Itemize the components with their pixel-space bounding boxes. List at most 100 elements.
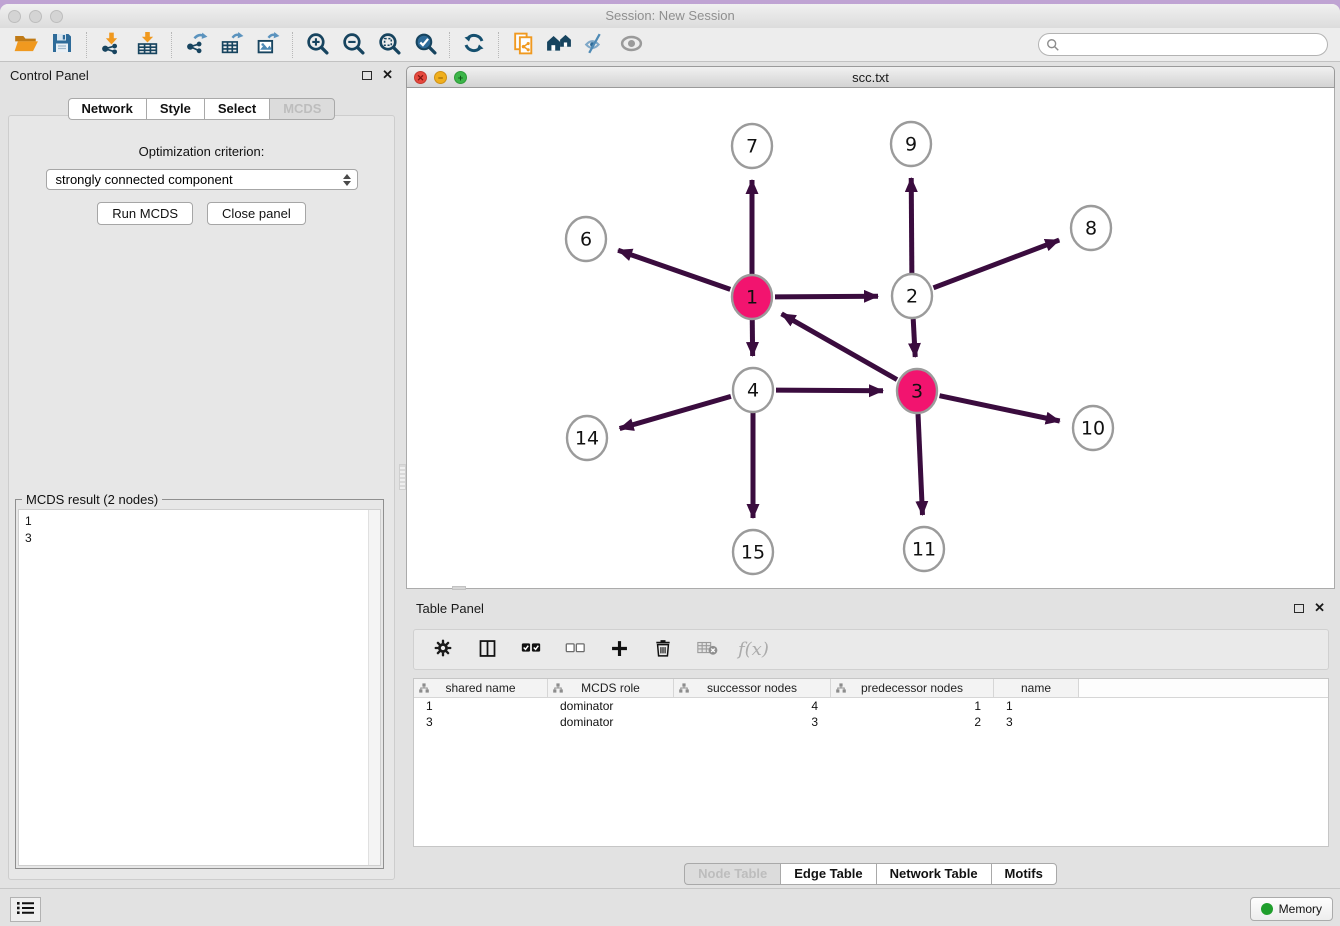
show-columns-button[interactable] xyxy=(474,637,500,663)
tab-node-table[interactable]: Node Table xyxy=(684,863,780,885)
tab-edge-table[interactable]: Edge Table xyxy=(780,863,875,885)
graph-edge-3-11[interactable] xyxy=(918,414,922,515)
result-scrollbar[interactable] xyxy=(368,510,380,865)
clone-network-button[interactable] xyxy=(505,30,541,60)
maximize-view-button[interactable]: + xyxy=(454,71,467,84)
deselect-all-button[interactable] xyxy=(562,637,588,663)
table-cell[interactable]: 4 xyxy=(674,698,831,714)
zoom-fit-icon xyxy=(377,31,402,59)
tab-motifs[interactable]: Motifs xyxy=(991,863,1057,885)
graph-node-10[interactable]: 10 xyxy=(1073,406,1113,450)
table-cell[interactable]: dominator xyxy=(548,698,674,714)
zoom-fit-button[interactable] xyxy=(371,30,407,60)
column-header-successor-nodes[interactable]: successor nodes xyxy=(674,679,831,697)
refresh-icon xyxy=(462,31,486,58)
column-header-shared-name[interactable]: shared name xyxy=(414,679,548,697)
graph-node-8[interactable]: 8 xyxy=(1071,206,1111,250)
graph-edge-3-10[interactable] xyxy=(940,396,1060,421)
mcds-result-area[interactable]: 1 3 xyxy=(18,509,381,866)
tab-network[interactable]: Network xyxy=(68,98,146,120)
export-network-icon xyxy=(184,31,209,59)
save-session-button[interactable] xyxy=(44,30,80,60)
network-canvas[interactable]: 1 2 3 4 6 7 8 9 10 11 14 15 xyxy=(406,88,1335,589)
svg-text:7: 7 xyxy=(746,136,758,158)
graph-node-15[interactable]: 15 xyxy=(733,530,773,574)
zoom-out-button[interactable] xyxy=(335,30,371,60)
table-cell[interactable]: dominator xyxy=(548,714,674,730)
import-network-button[interactable] xyxy=(93,30,129,60)
graph-node-1[interactable]: 1 xyxy=(732,275,772,319)
close-table-panel-icon[interactable]: ✕ xyxy=(1314,603,1325,613)
apply-function-button[interactable]: f(x) xyxy=(738,637,769,663)
network-graph[interactable]: 1 2 3 4 6 7 8 9 10 11 14 15 xyxy=(407,88,1334,588)
import-table-button[interactable] xyxy=(129,30,165,60)
hide-selected-button[interactable] xyxy=(577,30,613,60)
close-panel-icon[interactable]: ✕ xyxy=(382,70,393,80)
close-view-button[interactable]: ✕ xyxy=(414,71,427,84)
table-cell[interactable]: 2 xyxy=(831,714,994,730)
table-cell[interactable]: 1 xyxy=(831,698,994,714)
search-input[interactable] xyxy=(1038,33,1328,56)
select-all-button[interactable] xyxy=(518,637,544,663)
table-cell[interactable]: 1 xyxy=(994,698,1079,714)
zoom-selected-button[interactable] xyxy=(407,30,443,60)
show-all-button[interactable] xyxy=(613,30,649,60)
vertical-splitter-handle[interactable] xyxy=(399,464,406,490)
run-mcds-button[interactable]: Run MCDS xyxy=(97,202,193,225)
tab-mcds[interactable]: MCDS xyxy=(269,98,335,120)
float-panel-icon[interactable] xyxy=(362,71,372,80)
column-header-MCDS-role[interactable]: MCDS role xyxy=(548,679,674,697)
horizontal-splitter-handle[interactable] xyxy=(452,586,466,590)
export-image-button[interactable] xyxy=(250,30,286,60)
graph-edge-2-3[interactable] xyxy=(913,319,915,357)
graph-node-4[interactable]: 4 xyxy=(733,368,773,412)
close-panel-button[interactable]: Close panel xyxy=(207,202,306,225)
graph-node-11[interactable]: 11 xyxy=(904,527,944,571)
graph-node-7[interactable]: 7 xyxy=(732,124,772,168)
first-neighbors-button[interactable] xyxy=(541,30,577,60)
task-history-button[interactable] xyxy=(10,897,41,922)
add-row-button[interactable] xyxy=(606,637,632,663)
graph-edge-4-3[interactable] xyxy=(776,390,883,391)
open-session-button[interactable] xyxy=(8,30,44,60)
graph-node-14[interactable]: 14 xyxy=(567,416,607,460)
column-header-name[interactable]: name xyxy=(994,679,1079,697)
refresh-layout-button[interactable] xyxy=(456,30,492,60)
tab-network-table[interactable]: Network Table xyxy=(876,863,991,885)
zoom-in-button[interactable] xyxy=(299,30,335,60)
column-header-predecessor-nodes[interactable]: predecessor nodes xyxy=(831,679,994,697)
table-cell[interactable]: 1 xyxy=(414,698,548,714)
table-cell[interactable]: 3 xyxy=(674,714,831,730)
export-table-button[interactable] xyxy=(214,30,250,60)
minimize-window-button[interactable] xyxy=(29,10,42,23)
graph-edge-1-2[interactable] xyxy=(775,296,878,297)
memory-button[interactable]: Memory xyxy=(1250,897,1333,921)
close-window-button[interactable] xyxy=(8,10,21,23)
minimize-view-button[interactable]: − xyxy=(434,71,447,84)
graph-edge-2-9[interactable] xyxy=(911,178,912,273)
table-settings-button[interactable] xyxy=(430,637,456,663)
graph-node-3[interactable]: 3 xyxy=(897,369,937,413)
export-network-button[interactable] xyxy=(178,30,214,60)
tab-select[interactable]: Select xyxy=(204,98,269,120)
delete-row-button[interactable] xyxy=(650,637,676,663)
float-table-panel-icon[interactable] xyxy=(1294,604,1304,613)
graph-node-6[interactable]: 6 xyxy=(566,217,606,261)
graph-node-9[interactable]: 9 xyxy=(891,122,931,166)
table-row[interactable]: 3dominator323 xyxy=(414,714,1328,730)
delete-table-button[interactable] xyxy=(694,637,720,663)
criterion-dropdown[interactable]: strongly connected component xyxy=(46,169,358,190)
zoom-window-button[interactable] xyxy=(50,10,63,23)
graph-edge-1-6[interactable] xyxy=(618,250,730,289)
graph-node-2[interactable]: 2 xyxy=(892,274,932,318)
window-title: Session: New Session xyxy=(0,4,1340,28)
graph-edge-3-1[interactable] xyxy=(782,314,897,380)
clone-network-icon xyxy=(511,31,536,59)
graph-edge-4-14[interactable] xyxy=(620,396,731,428)
control-panel-title: Control Panel xyxy=(10,68,89,83)
tab-style[interactable]: Style xyxy=(146,98,204,120)
table-row[interactable]: 1dominator411 xyxy=(414,698,1328,714)
table-cell[interactable]: 3 xyxy=(414,714,548,730)
table-cell[interactable]: 3 xyxy=(994,714,1079,730)
graph-edge-2-8[interactable] xyxy=(934,240,1060,288)
